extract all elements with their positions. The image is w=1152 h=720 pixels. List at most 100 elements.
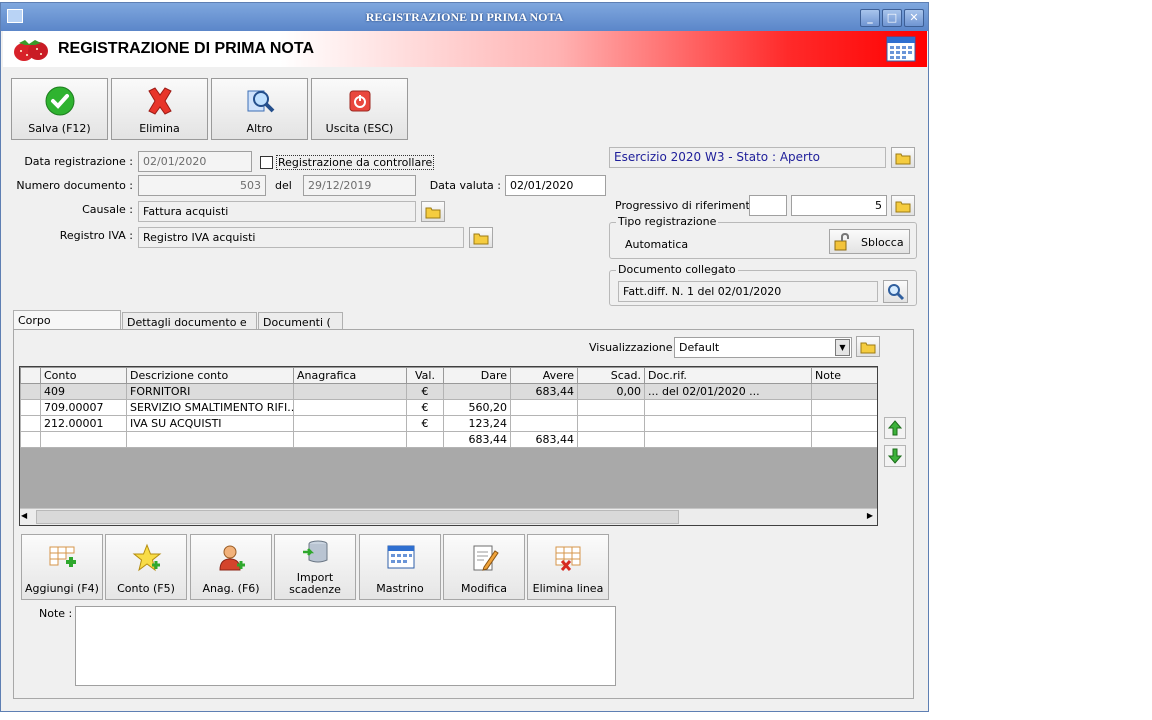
maximize-button[interactable]: □ [882,9,902,27]
cell-conto[interactable]: 409 [40,383,127,400]
cell-note[interactable] [811,415,877,432]
save-label: Salva (F12) [28,122,91,135]
other-button[interactable]: Altro [211,78,308,140]
causale-folder-button[interactable] [421,201,445,222]
cell-anagrafica[interactable] [293,383,407,400]
col-conto[interactable]: Conto [40,367,127,384]
col-note[interactable]: Note [811,367,877,384]
save-button[interactable]: Salva (F12) [11,78,108,140]
scroll-left-icon[interactable]: ◀ [21,511,27,520]
mastrino-button[interactable]: Mastrino [359,534,441,600]
cell-dare[interactable]: 560,20 [443,399,511,416]
total-avere: 683,44 [510,431,578,448]
delete-label: Elimina [139,122,180,135]
cell-scadenza[interactable] [577,415,645,432]
tipo-registrazione-label: Tipo registrazione [616,215,719,228]
col-valuta[interactable]: Val. [406,367,444,384]
col-dare[interactable]: Dare [443,367,511,384]
cell-dare[interactable]: 123,24 [443,415,511,432]
padlock-icon [834,233,849,251]
visualizzazione-select[interactable]: Default ▼ [674,337,852,358]
folder-icon [895,201,911,213]
visualizzazione-folder-button[interactable] [856,336,880,357]
cell-scadenza[interactable] [577,399,645,416]
da-controllare-label[interactable]: Registrazione da controllare [276,155,435,170]
cell-avere[interactable] [510,415,578,432]
table-row[interactable]: 709.00007 SERVIZIO SMALTIMENTO RIFI... €… [20,399,877,416]
cell-anagrafica[interactable] [293,415,407,432]
close-button[interactable]: ✕ [904,9,924,27]
table-row[interactable]: 409 FORNITORI € 683,44 0,00 ... del 02/0… [20,383,877,400]
progressivo-folder-button[interactable] [891,195,915,216]
chevron-down-icon[interactable]: ▼ [835,339,850,356]
elimina-linea-button[interactable]: Elimina linea [527,534,609,600]
scroll-right-icon[interactable]: ▶ [867,511,873,520]
cell-avere[interactable] [510,399,578,416]
anagrafica-button[interactable]: Anag. (F6) [190,534,272,600]
grid-header-row: Conto Descrizione conto Anagrafica Val. … [20,367,877,384]
cell-descrizione[interactable]: SERVIZIO SMALTIMENTO RIFI... [126,399,294,416]
import-scadenze-button[interactable]: Import scadenze [274,534,356,600]
documento-search-button[interactable] [883,280,908,303]
numero-documento-field[interactable]: 503 [138,175,266,196]
registro-iva-label: Registro IVA : [59,229,133,242]
cell-scadenza[interactable]: 0,00 [577,383,645,400]
progressivo-field-a[interactable] [749,195,787,216]
registro-iva-folder-button[interactable] [469,227,493,248]
data-valuta-field[interactable]: 02/01/2020 [505,175,606,196]
window-title: REGISTRAZIONE DI PRIMA NOTA [365,10,564,24]
modifica-button[interactable]: Modifica [443,534,525,600]
cell-descrizione[interactable]: FORNITORI [126,383,294,400]
col-doc-rif[interactable]: Doc.rif. [644,367,812,384]
da-controllare-checkbox[interactable] [260,156,273,169]
col-anagrafica[interactable]: Anagrafica [293,367,407,384]
delete-x-icon [148,87,172,115]
delete-button[interactable]: Elimina [111,78,208,140]
cell-valuta[interactable]: € [406,383,444,400]
title-bar[interactable]: REGISTRAZIONE DI PRIMA NOTA _ □ ✕ [1,3,928,31]
aggiungi-button[interactable]: Aggiungi (F4) [21,534,103,600]
scrollbar-thumb[interactable] [36,510,679,524]
visualizzazione-label: Visualizzazione : [589,341,680,354]
data-documento-field[interactable]: 29/12/2019 [303,175,416,196]
cell-doc-rif[interactable] [644,415,812,432]
col-descrizione[interactable]: Descrizione conto [126,367,294,384]
cell-doc-rif[interactable] [644,399,812,416]
esercizio-folder-button[interactable] [891,147,915,168]
cell-avere[interactable]: 683,44 [510,383,578,400]
check-icon [45,86,75,116]
cell-note[interactable] [811,399,877,416]
cell-anagrafica [293,431,407,448]
cell-conto[interactable]: 212.00001 [40,415,127,432]
cell-conto[interactable]: 709.00007 [40,399,127,416]
total-dare: 683,44 [443,431,511,448]
causale-field[interactable]: Fattura acquisti [138,201,416,222]
progressivo-field-b[interactable]: 5 [791,195,887,216]
col-avere[interactable]: Avere [510,367,578,384]
documento-collegato-group: Documento collegato Fatt.diff. N. 1 del … [609,263,917,306]
sblocca-button[interactable]: Sblocca [829,229,910,254]
move-down-button[interactable] [884,445,906,467]
cell-dare[interactable] [443,383,511,400]
cell-note[interactable] [811,383,877,400]
conto-button[interactable]: Conto (F5) [105,534,187,600]
move-up-button[interactable] [884,417,906,439]
star-icon [132,543,162,572]
cell-valuta[interactable]: € [406,415,444,432]
data-registrazione-label: Data registrazione : [24,155,133,168]
exit-button[interactable]: Uscita (ESC) [311,78,408,140]
table-row[interactable]: 212.00001 IVA SU ACQUISTI € 123,24 [20,415,877,432]
page-title: REGISTRAZIONE DI PRIMA NOTA [58,40,314,57]
minimize-button[interactable]: _ [860,9,880,27]
cell-anagrafica[interactable] [293,399,407,416]
data-registrazione-field[interactable]: 02/01/2020 [138,151,252,172]
cell-valuta[interactable]: € [406,399,444,416]
registrazione-grid[interactable]: Conto Descrizione conto Anagrafica Val. … [19,366,878,526]
horizontal-scrollbar[interactable]: ◀ ▶ [20,508,877,525]
cell-doc-rif[interactable]: ... del 02/01/2020 ... [644,383,812,400]
col-scadenza[interactable]: Scad. [577,367,645,384]
edit-document-icon [473,545,499,571]
cell-descrizione[interactable]: IVA SU ACQUISTI [126,415,294,432]
note-textarea[interactable] [75,606,616,686]
registro-iva-field[interactable]: Registro IVA acquisti [138,227,464,248]
